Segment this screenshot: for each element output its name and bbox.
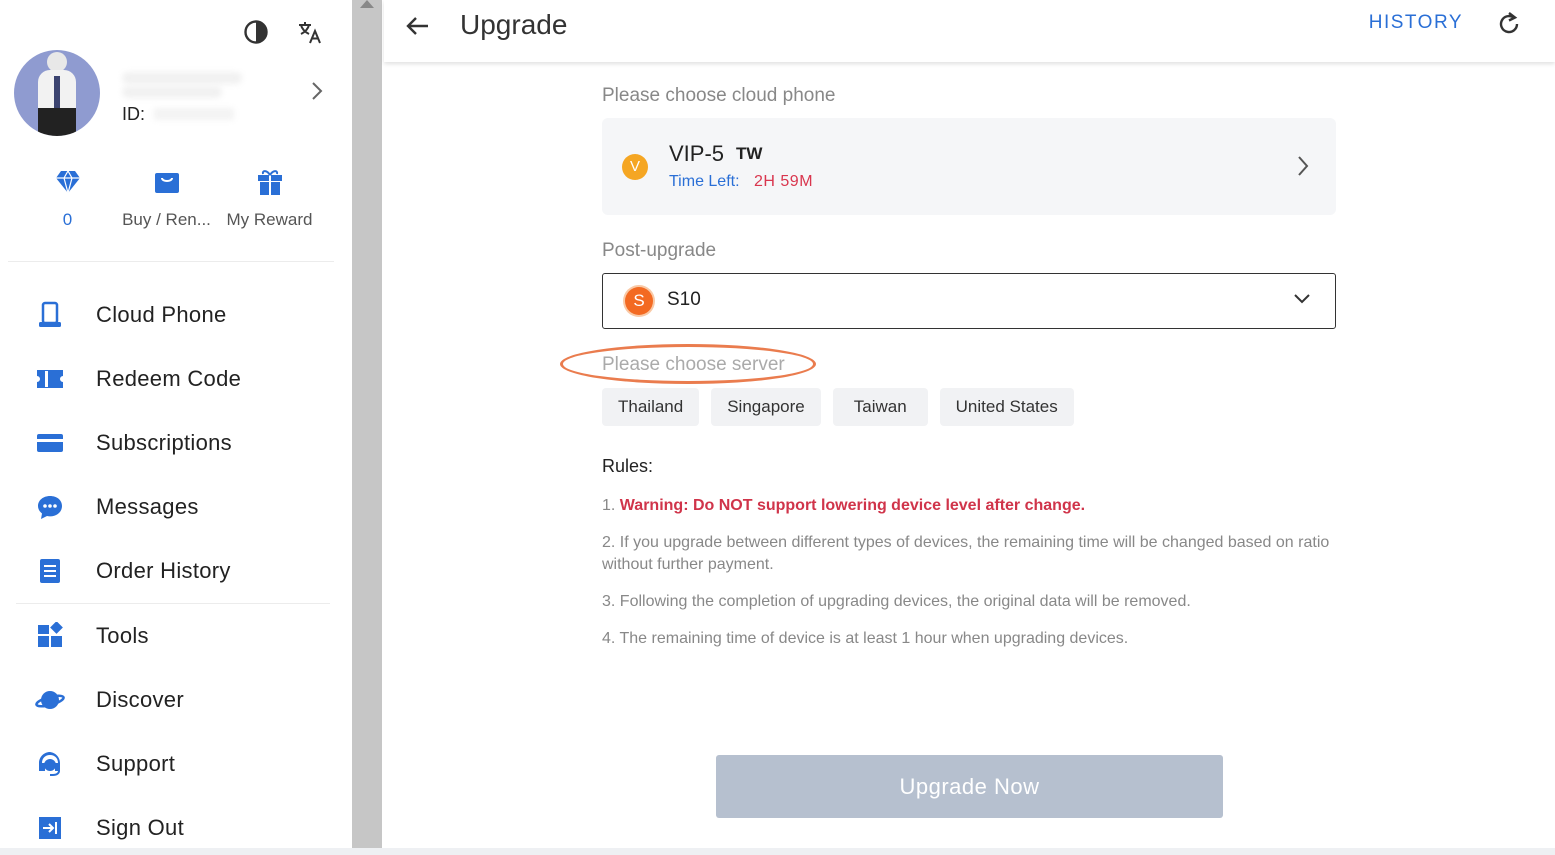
page-title: Upgrade [460, 9, 568, 40]
logout-icon [34, 812, 66, 844]
phone-icon [34, 299, 66, 331]
back-arrow-icon[interactable] [404, 12, 432, 45]
app-window: ID: 0 Buy / Ren... My Reward Cloud Phone… [0, 0, 1555, 855]
sidebar-top-icons [242, 18, 324, 46]
theme-toggle-icon[interactable] [242, 18, 270, 46]
divider [8, 261, 334, 262]
rule-item: 3. Following the completion of upgrading… [602, 593, 1191, 610]
chat-icon [34, 491, 66, 523]
header-bar: Upgrade HISTORY [384, 0, 1555, 62]
server-options: Thailand Singapore Taiwan United States [602, 388, 1074, 426]
divider [16, 603, 330, 604]
level-badge-icon: S [625, 287, 653, 315]
sidebar-item-label: Order History [96, 558, 231, 583]
history-link[interactable]: HISTORY [1369, 12, 1463, 34]
scroll-up-arrow-icon[interactable] [360, 0, 374, 8]
rule-warning-text: Warning: Do NOT support lowering device … [619, 497, 1086, 514]
sidebar-item-cloud-phone[interactable]: Cloud Phone [0, 283, 340, 347]
main-panel: Upgrade HISTORY Please choose cloud phon… [384, 0, 1555, 855]
sidebar-scrollbar[interactable] [352, 0, 382, 855]
stat-diamonds[interactable]: 0 [20, 168, 115, 230]
sidebar-item-messages[interactable]: Messages [0, 475, 340, 539]
document-icon [34, 555, 66, 587]
bottom-border [0, 848, 1555, 855]
card-icon [34, 427, 66, 459]
username-redacted [122, 72, 242, 84]
phone-region: TW [736, 144, 763, 163]
sidebar-item-subscriptions[interactable]: Subscriptions [0, 411, 340, 475]
sidebar-item-sign-out[interactable]: Sign Out [0, 796, 340, 855]
stats-row: 0 Buy / Ren... My Reward [20, 168, 330, 230]
sidebar-item-label: Tools [96, 623, 149, 648]
phone-name: VIP-5 [669, 141, 725, 166]
sidebar-item-label: Support [96, 751, 176, 776]
time-left-value: 2H 59M [754, 173, 814, 190]
buy-renew-label: Buy / Ren... [122, 210, 211, 229]
refresh-icon[interactable] [1495, 10, 1523, 43]
vip-badge-icon: V [622, 154, 648, 180]
sidebar-item-discover[interactable]: Discover [0, 668, 340, 732]
server-option-thailand[interactable]: Thailand [602, 388, 700, 426]
planet-icon [34, 684, 66, 716]
sidebar-item-support[interactable]: Support [0, 732, 340, 796]
sidebar-item-label: Sign Out [96, 815, 185, 840]
server-option-united-states[interactable]: United States [939, 388, 1074, 426]
post-upgrade-value: S10 [667, 289, 701, 310]
sidebar-item-label: Redeem Code [96, 366, 242, 391]
user-id-redacted [154, 108, 234, 120]
highlight-annotation [560, 344, 816, 384]
avatar [14, 50, 100, 136]
sidebar-item-tools[interactable]: Tools [0, 604, 340, 668]
gift-icon [218, 168, 321, 196]
server-option-singapore[interactable]: Singapore [711, 388, 821, 426]
rules-title: Rules: [602, 456, 654, 476]
username-redacted [122, 86, 222, 98]
time-left-label: Time Left: [669, 173, 740, 190]
stat-buy-renew[interactable]: Buy / Ren... [115, 168, 218, 230]
diamond-count: 0 [62, 210, 73, 229]
upgrade-now-button[interactable]: Upgrade Now [716, 755, 1223, 818]
choose-phone-label: Please choose cloud phone [602, 85, 836, 106]
sidebar-item-label: Subscriptions [96, 430, 232, 455]
rule-number: 1. [602, 497, 620, 514]
sidebar-menu: Cloud Phone Redeem Code Subscriptions Me… [0, 283, 340, 855]
sidebar-item-redeem-code[interactable]: Redeem Code [0, 347, 340, 411]
profile-section[interactable]: ID: [14, 50, 334, 140]
server-option-taiwan[interactable]: Taiwan [832, 388, 928, 426]
rule-item: 2. If you upgrade between different type… [602, 534, 1330, 573]
ticket-icon [34, 363, 66, 395]
user-id-label: ID: [122, 104, 146, 124]
rule-item: 1. Warning: Do NOT support lowering devi… [602, 495, 1336, 517]
rule-item: 4. The remaining time of device is at le… [602, 630, 1129, 647]
headset-icon [34, 748, 66, 780]
post-upgrade-label: Post-upgrade [602, 240, 717, 261]
sidebar-item-label: Messages [96, 494, 199, 519]
my-reward-label: My Reward [226, 210, 313, 229]
sidebar-item-order-history[interactable]: Order History [0, 539, 340, 603]
sidebar-item-label: Discover [96, 687, 184, 712]
chevron-down-icon [1293, 292, 1311, 311]
cloud-phone-selector[interactable]: V VIP-5 TW Time Left: 2H 59M [602, 118, 1336, 215]
diamond-icon [20, 168, 115, 196]
sidebar-item-label: Cloud Phone [96, 302, 227, 327]
translate-icon[interactable] [296, 18, 324, 46]
grid-icon [34, 620, 66, 652]
chevron-right-icon[interactable] [310, 80, 324, 107]
sidebar: ID: 0 Buy / Ren... My Reward Cloud Phone… [0, 0, 352, 855]
stat-my-reward[interactable]: My Reward [218, 168, 321, 230]
chevron-right-icon [1296, 154, 1310, 183]
shopping-bag-icon [115, 168, 218, 196]
post-upgrade-select[interactable]: S S10 [602, 273, 1336, 329]
